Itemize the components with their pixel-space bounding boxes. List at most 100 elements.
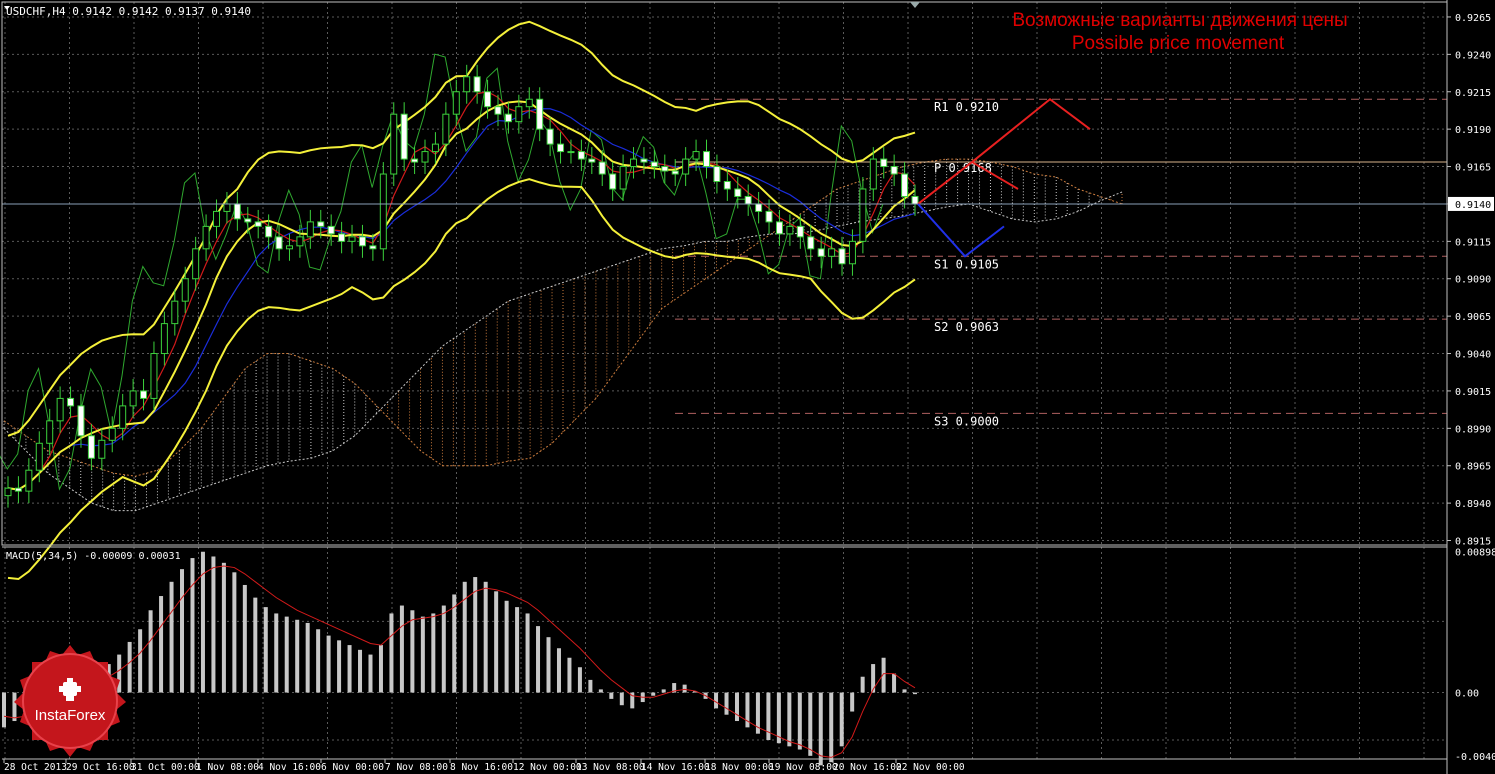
macd-bar bbox=[619, 692, 624, 706]
candle-body-up bbox=[119, 405, 127, 429]
candle-body-down bbox=[244, 218, 252, 223]
candle-body-down bbox=[484, 91, 492, 108]
macd-tick-label: 0.00898 bbox=[1455, 548, 1495, 559]
candle-body-down bbox=[671, 170, 679, 175]
macd-bar bbox=[829, 692, 834, 763]
candle-body-down bbox=[755, 203, 763, 212]
candle-body-up bbox=[515, 106, 523, 123]
macd-bar bbox=[295, 619, 300, 693]
candle-body-down bbox=[67, 397, 75, 407]
macd-bar bbox=[180, 569, 185, 693]
candle-body-down bbox=[744, 195, 752, 205]
candle-body-down bbox=[713, 166, 721, 183]
macd-bar bbox=[598, 689, 603, 693]
candle-body-down bbox=[400, 113, 408, 160]
macd-bar bbox=[473, 577, 478, 693]
forecast-paths bbox=[917, 97, 1091, 258]
price-tick-label: 0.9240 bbox=[1455, 50, 1491, 61]
macd-bar bbox=[368, 654, 373, 693]
pivot-label-s2: S2 0.9063 bbox=[934, 320, 999, 334]
price-tick-label: 0.9015 bbox=[1455, 387, 1491, 398]
candle-body-down bbox=[87, 435, 95, 459]
candle-body-down bbox=[77, 405, 85, 437]
candle-body-up bbox=[390, 113, 398, 175]
candle-body-up bbox=[35, 442, 43, 471]
candle-body-down bbox=[265, 225, 273, 238]
candle-body-down bbox=[796, 225, 804, 238]
price-tick-label: 0.9115 bbox=[1455, 237, 1491, 248]
macd-bar bbox=[190, 558, 195, 693]
candle-body-down bbox=[640, 158, 648, 163]
price-tick-label: 0.9090 bbox=[1455, 275, 1491, 286]
macd-bar bbox=[902, 689, 907, 693]
candle-body-down bbox=[775, 221, 783, 235]
price-tick-label: 0.9215 bbox=[1455, 88, 1491, 99]
macd-bar bbox=[232, 572, 237, 693]
candle-body-up bbox=[692, 151, 700, 160]
candle-body-up bbox=[306, 221, 314, 238]
price-tick-label: 0.9265 bbox=[1455, 13, 1491, 24]
instaforex-logo: InstaForex bbox=[14, 645, 126, 757]
pivot-label-s3: S3 0.9000 bbox=[934, 414, 999, 428]
macd-bar bbox=[242, 584, 247, 693]
price-tick-label: 0.8940 bbox=[1455, 499, 1491, 510]
candle-body-up bbox=[379, 173, 387, 250]
candle-body-up bbox=[192, 248, 200, 280]
macd-bar bbox=[316, 629, 321, 693]
axes: 0.9265 0.9240 0.9215 0.9190 0.9165 0.9140 0.91… bbox=[1, 0, 1495, 774]
time-tick-label: 12 Nov 00:00 bbox=[513, 762, 582, 773]
candle-body-down bbox=[275, 236, 283, 250]
candle-body-down bbox=[411, 158, 419, 163]
candle-body-down bbox=[702, 151, 710, 168]
candle-body-up bbox=[213, 210, 221, 227]
candle-body-down bbox=[14, 487, 22, 492]
candle-body-up bbox=[223, 203, 231, 212]
candle-body-down bbox=[557, 143, 565, 153]
time-tick-label: 19 Nov 08:00 bbox=[769, 762, 838, 773]
macd-bar bbox=[452, 594, 457, 693]
macd-bar bbox=[326, 635, 331, 693]
macd-bar bbox=[797, 692, 802, 750]
macd-bar bbox=[651, 692, 656, 696]
grid bbox=[2, 2, 1447, 759]
candle-body-up bbox=[786, 225, 794, 235]
candle-body-down bbox=[546, 128, 554, 145]
candle-body-up bbox=[202, 225, 210, 250]
candle-body-up bbox=[4, 487, 12, 497]
candle-body-up bbox=[682, 158, 690, 175]
time-tick-label: 7 Nov 08:00 bbox=[385, 762, 448, 773]
price-tick-label: 0.9065 bbox=[1455, 312, 1491, 323]
forecast-bullish-path bbox=[917, 97, 1091, 205]
candle-body-up bbox=[869, 158, 877, 190]
candle-body-up bbox=[285, 245, 293, 250]
time-tick-label: 28 Oct 2013 bbox=[4, 762, 67, 773]
annotation-en: Possible price movement bbox=[1072, 33, 1285, 54]
candle-body-down bbox=[358, 236, 366, 247]
candle-body-up bbox=[630, 158, 638, 168]
macd-bar bbox=[117, 654, 122, 693]
pivot-label-s1: S1 0.9105 bbox=[934, 257, 999, 271]
price-tick-label: 0.9190 bbox=[1455, 125, 1491, 136]
candle-body-up bbox=[442, 113, 450, 145]
candle-body-up bbox=[129, 390, 137, 407]
macd-bar bbox=[211, 556, 216, 693]
macd-bar bbox=[2, 692, 6, 728]
macd-bar bbox=[483, 581, 488, 693]
macd-tick-label: -0.00409 bbox=[1455, 752, 1495, 763]
macd-bar bbox=[536, 626, 541, 693]
candle-body-down bbox=[765, 210, 773, 223]
candle-body-down bbox=[911, 195, 919, 205]
macd-bar bbox=[588, 679, 593, 693]
logo-text: InstaForex bbox=[35, 707, 106, 724]
candle-body-up bbox=[46, 420, 54, 444]
macd-bar bbox=[682, 684, 687, 693]
macd-bar bbox=[378, 645, 383, 693]
price-tick-label: 0.8990 bbox=[1455, 424, 1491, 435]
candle-body-down bbox=[880, 158, 888, 168]
macd-bar bbox=[410, 610, 415, 693]
macd-bar bbox=[253, 597, 258, 693]
macd-bar bbox=[358, 649, 363, 693]
annotation-ru: Возможные варианты движения цены bbox=[1012, 10, 1347, 31]
candle-body-down bbox=[817, 248, 825, 257]
macd-bar bbox=[734, 692, 739, 722]
